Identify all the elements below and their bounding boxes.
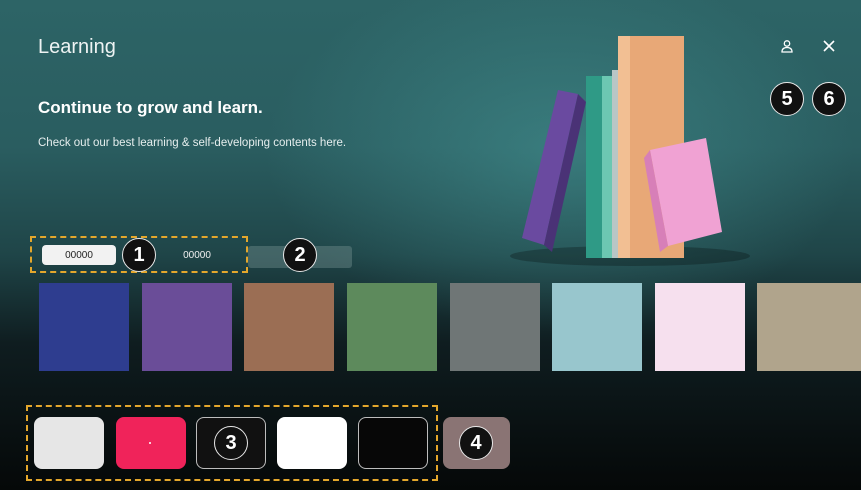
content-tile[interactable]	[347, 283, 437, 371]
content-tile[interactable]	[450, 283, 540, 371]
close-icon	[823, 40, 835, 52]
app-button[interactable]	[358, 417, 428, 469]
app-button[interactable]	[34, 417, 104, 469]
app-dot	[149, 442, 151, 444]
headline: Continue to grow and learn.	[38, 98, 263, 117]
learning-screen: Learning Continue to grow and learn. Che…	[0, 0, 861, 490]
app-button[interactable]	[116, 417, 186, 469]
close-button[interactable]	[819, 36, 839, 56]
content-tile[interactable]	[552, 283, 642, 371]
callout-badge-3: 3	[214, 426, 248, 460]
callout-badge-5: 5	[770, 82, 804, 116]
category-tab[interactable]: 00000	[42, 245, 116, 265]
content-tile[interactable]	[655, 283, 745, 371]
content-tile[interactable]	[244, 283, 334, 371]
callout-badge-4: 4	[459, 426, 493, 460]
callout-badge-2: 2	[283, 238, 317, 272]
profile-icon	[781, 40, 793, 53]
subline: Check out our best learning & self-devel…	[38, 137, 347, 149]
app-button[interactable]	[277, 417, 347, 469]
books-illustration	[510, 36, 750, 266]
callout-badge-1: 1	[122, 238, 156, 272]
content-tile[interactable]	[757, 283, 861, 371]
content-tile[interactable]	[39, 283, 129, 371]
profile-button[interactable]	[777, 36, 797, 56]
app-title: Learning	[38, 36, 116, 58]
callout-badge-6: 6	[812, 82, 846, 116]
category-tab[interactable]: 00000	[160, 245, 234, 265]
content-tile[interactable]	[142, 283, 232, 371]
